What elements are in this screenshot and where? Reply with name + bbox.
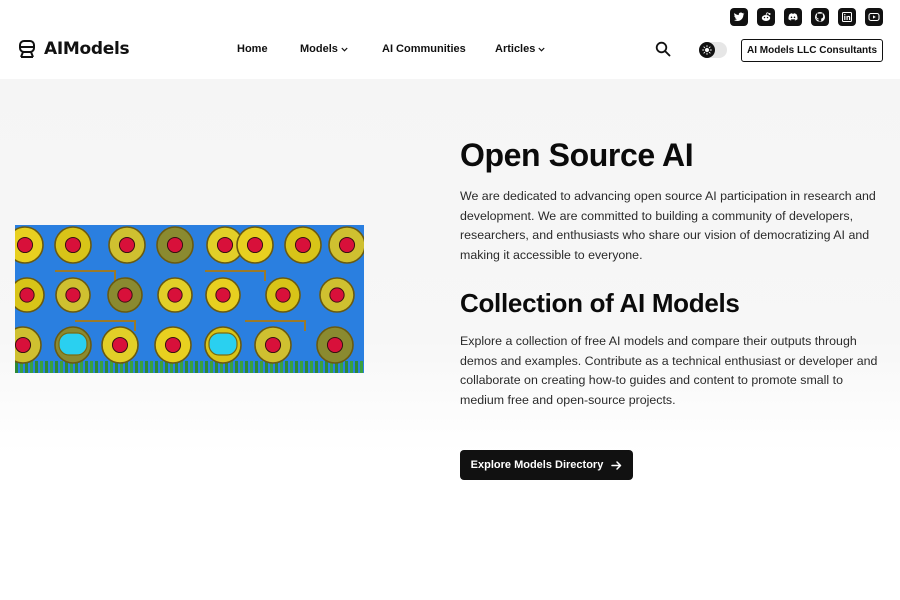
theme-toggle-knob <box>699 42 715 58</box>
github-icon[interactable] <box>811 8 829 26</box>
nav-models[interactable]: Models <box>300 43 348 55</box>
logo-icon <box>19 40 35 58</box>
linkedin-icon[interactable] <box>838 8 856 26</box>
sun-icon <box>702 45 712 55</box>
site-logo[interactable]: AIModels <box>17 39 130 59</box>
nav-home[interactable]: Home <box>237 43 268 55</box>
reddit-icon[interactable] <box>757 8 775 26</box>
hero-section: Open Source AI We are dedicated to advan… <box>0 79 900 600</box>
consultants-button[interactable]: AI Models LLC Consultants <box>741 39 883 62</box>
nav-articles-label: Articles <box>495 43 536 55</box>
collection-heading: Collection of AI Models <box>460 288 740 318</box>
hero-artwork <box>15 225 364 373</box>
logo-text: AIModels <box>44 39 130 59</box>
nav-articles[interactable]: Articles <box>495 43 545 55</box>
nav-models-label: Models <box>300 43 338 55</box>
explore-models-label: Explore Models Directory <box>470 459 604 471</box>
theme-toggle[interactable] <box>699 42 727 58</box>
chevron-down-icon <box>538 47 545 52</box>
discord-icon[interactable] <box>784 8 802 26</box>
search-icon[interactable] <box>655 41 671 57</box>
nav-home-label: Home <box>237 43 268 55</box>
twitter-icon[interactable] <box>730 8 748 26</box>
explore-models-button[interactable]: Explore Models Directory <box>460 450 633 480</box>
youtube-icon[interactable] <box>865 8 883 26</box>
collection-paragraph: Explore a collection of free AI models a… <box>460 334 878 407</box>
nav-ai-communities-label: AI Communities <box>382 43 466 55</box>
chevron-down-icon <box>341 47 348 52</box>
site-header: AIModels Home Models AI Communities Arti… <box>0 30 900 78</box>
arrow-right-icon <box>611 460 622 470</box>
intro-paragraph: We are dedicated to advancing open sourc… <box>460 189 876 262</box>
nav-ai-communities[interactable]: AI Communities <box>382 43 466 55</box>
abstract-circles-illustration <box>15 225 364 373</box>
social-links <box>730 8 883 26</box>
page-title: Open Source AI <box>460 137 694 173</box>
